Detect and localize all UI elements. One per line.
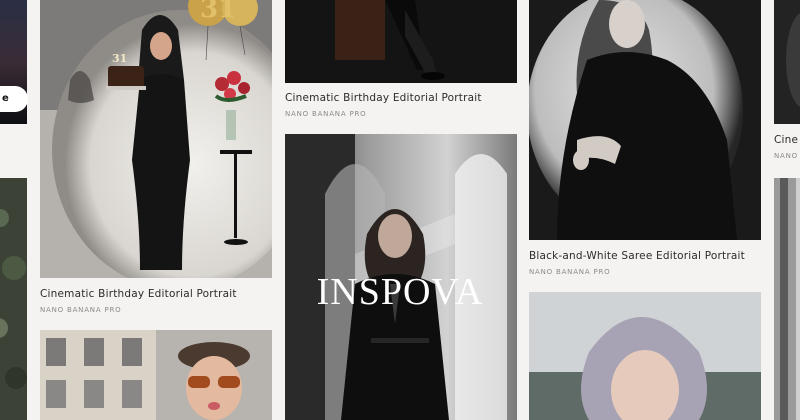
card-title-saree[interactable]: Black-and-White Saree Editorial Portrait	[529, 250, 745, 262]
card-tag-saree: NANO BANANA PRO	[529, 268, 611, 276]
portrait-card-saree[interactable]: Black-and-White Saree Editorial Portrait…	[529, 0, 761, 282]
portrait-card-birthday-1[interactable]: 31 31 Cinematic Birthday Editorial Portr…	[40, 0, 272, 318]
birthday-photo	[40, 0, 272, 278]
saree-photo	[529, 0, 761, 240]
silver-hair-photo	[529, 292, 761, 420]
card-title-right-edge[interactable]: Cine	[774, 134, 798, 146]
card-tag-birthday-1: NANO BANANA PRO	[40, 306, 122, 314]
portrait-card-trenchcoat[interactable]: INSPOVA	[285, 134, 517, 420]
left-edge-card-bottom[interactable]	[0, 178, 27, 420]
right-edge-card-top[interactable]: Cine NANO	[774, 0, 800, 164]
cake-number: 31	[112, 52, 128, 65]
card-tag-right-edge: NANO	[774, 152, 798, 160]
portrait-card-street[interactable]	[40, 330, 272, 420]
chair-photo	[285, 0, 517, 83]
left-edge-button[interactable]: e	[0, 86, 28, 112]
balloon-numbers: 31	[200, 0, 237, 24]
card-title-birthday-1[interactable]: Cinematic Birthday Editorial Portrait	[40, 288, 237, 300]
right-edge-image-top	[774, 0, 800, 124]
card-tag-birthday-2: NANO BANANA PRO	[285, 110, 367, 118]
portrait-card-silver-hair[interactable]	[529, 292, 761, 420]
inspova-watermark: INSPOVA	[316, 271, 484, 313]
right-edge-image-bottom	[774, 178, 800, 420]
portrait-image-saree[interactable]	[529, 0, 761, 240]
street-photo	[40, 330, 272, 420]
right-edge-card-bottom[interactable]	[774, 178, 800, 420]
portrait-image-birthday-1[interactable]: 31 31	[40, 0, 272, 278]
portrait-image-birthday-2[interactable]	[285, 0, 517, 83]
portrait-card-birthday-2[interactable]: Cinematic Birthday Editorial Portrait NA…	[285, 0, 517, 122]
card-title-birthday-2[interactable]: Cinematic Birthday Editorial Portrait	[285, 92, 482, 104]
left-edge-image-bottom	[0, 178, 27, 420]
